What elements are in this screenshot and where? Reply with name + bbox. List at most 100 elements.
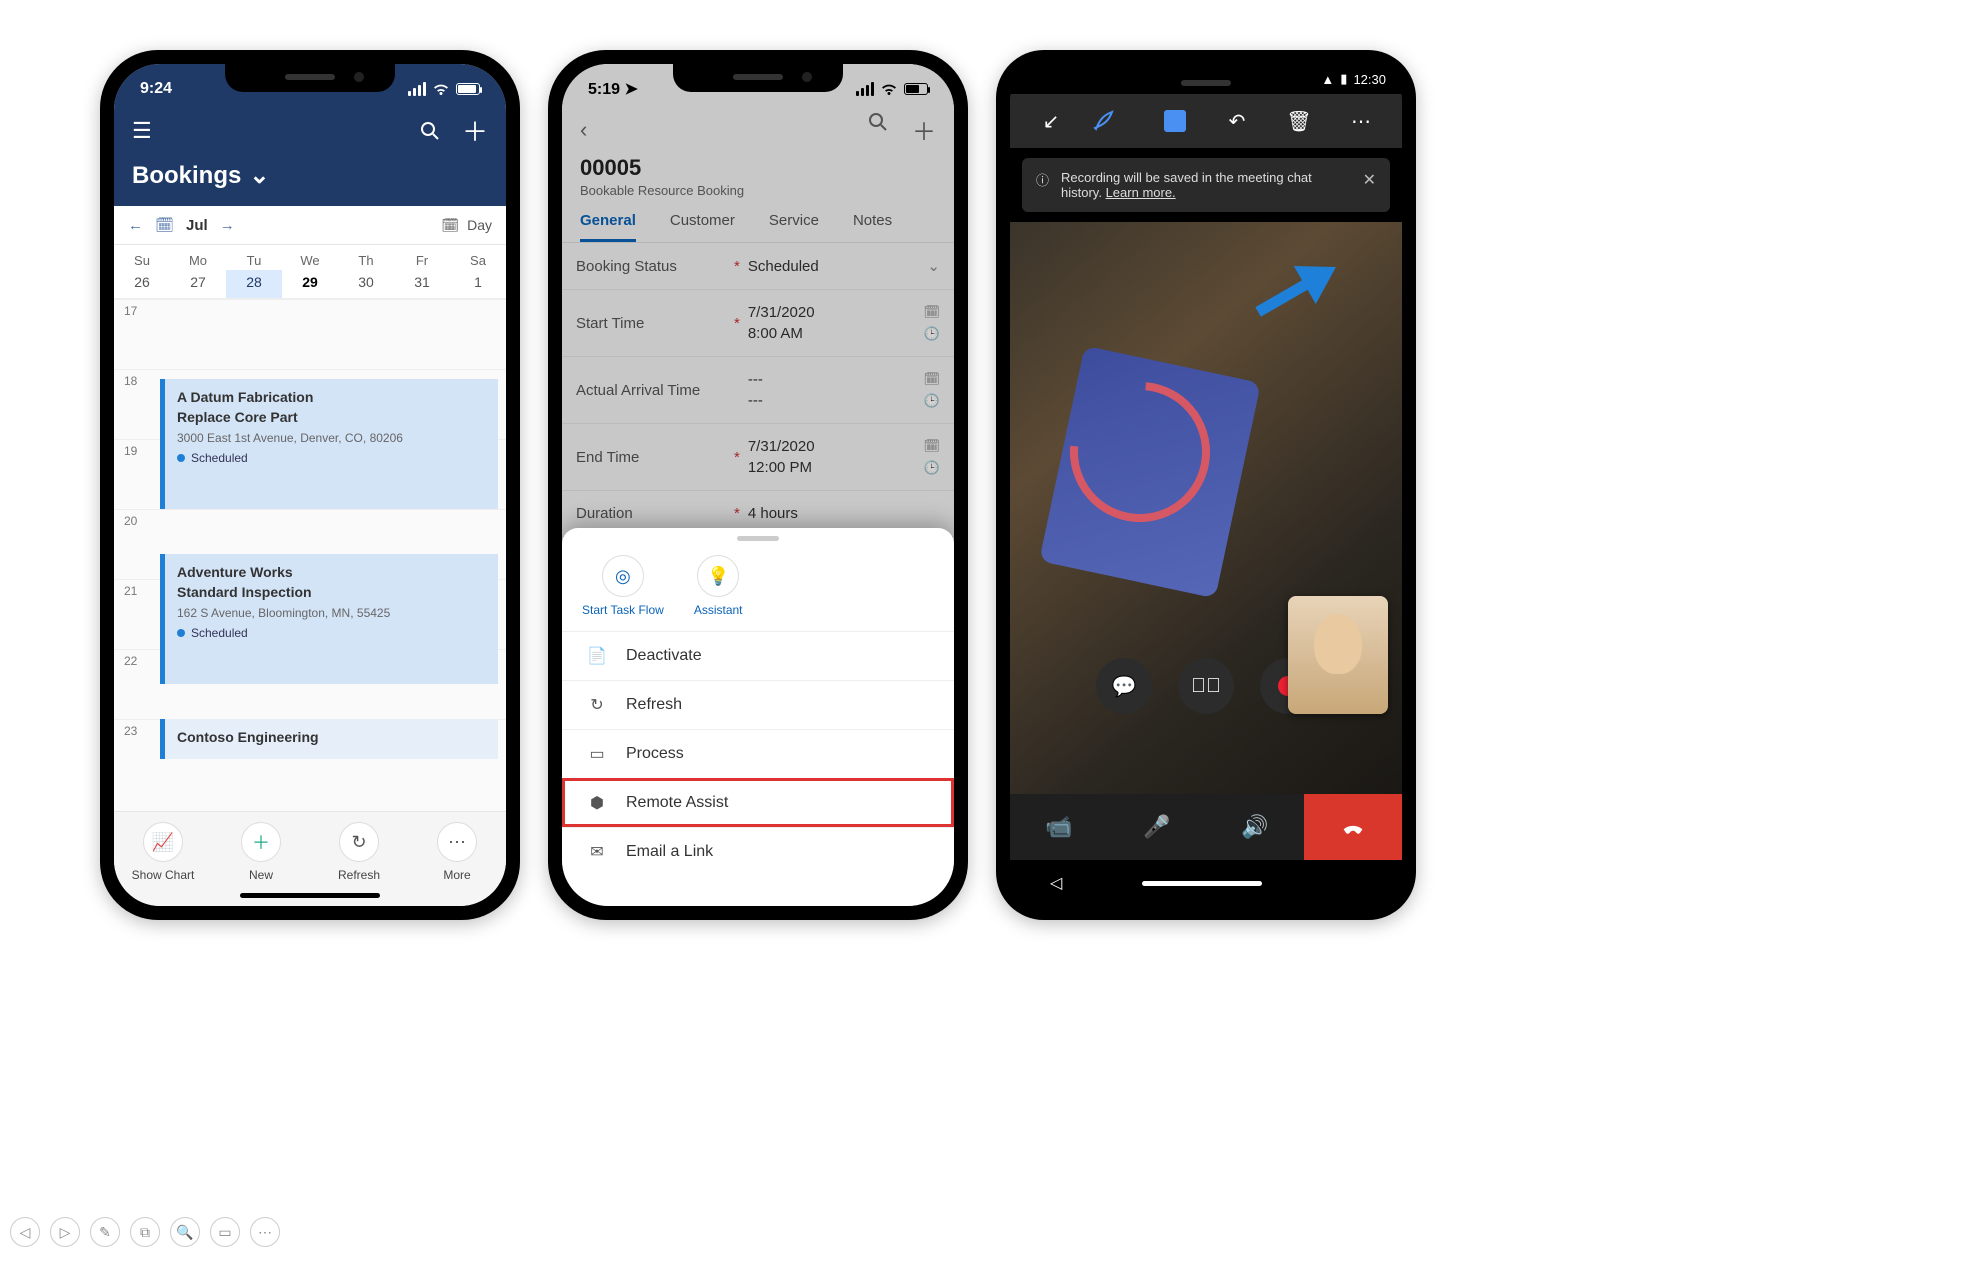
deactivate-button[interactable]: 📄 Deactivate	[562, 631, 954, 680]
tool-more[interactable]: ⋯	[250, 1217, 280, 1247]
learn-more-link[interactable]: Learn more.	[1106, 185, 1176, 200]
trash-icon[interactable]: 🗑	[1279, 109, 1319, 134]
page-title[interactable]: Bookings ⌄	[114, 157, 506, 196]
wifi-icon	[432, 83, 450, 96]
pen-icon[interactable]	[1093, 109, 1133, 133]
calendar-icon: 🗓	[923, 371, 940, 387]
calendar-view-icon: 🗓	[441, 217, 459, 234]
more-icon: ⋯	[437, 822, 477, 862]
today[interactable]: 29	[282, 270, 338, 298]
plus-icon: ＋	[241, 822, 281, 862]
refresh-button[interactable]: ↻ Refresh	[562, 680, 954, 729]
annotation-toolbar: ↙ ↶ 🗑 ⋯	[1010, 94, 1402, 148]
selected-day[interactable]: 28	[226, 270, 282, 298]
collapse-icon[interactable]: ↙	[1031, 109, 1071, 134]
deactivate-icon: 📄	[586, 646, 608, 666]
bookings-header: 9:24 ☰	[114, 64, 506, 206]
speaker-button[interactable]: 🔊	[1206, 794, 1304, 860]
menu-icon[interactable]: ☰	[132, 118, 152, 144]
status-bar: ▲ ▮ 12:30	[1010, 64, 1402, 94]
home-indicator[interactable]	[240, 893, 380, 898]
process-icon: ▭	[586, 744, 608, 764]
field-end-time[interactable]: End Time * 7/31/2020 12:00 PM 🗓🕒	[562, 424, 954, 491]
tool-prev[interactable]: ◁	[10, 1217, 40, 1247]
video-feed[interactable]: 💬 �⃞	[1010, 222, 1402, 794]
booking-event[interactable]: Adventure Works Standard Inspection 162 …	[160, 554, 498, 684]
chevron-down-icon: ⌄	[927, 257, 940, 275]
tab-service[interactable]: Service	[769, 212, 819, 242]
new-button[interactable]: ＋ New	[212, 822, 310, 882]
status-time: 5:19	[588, 81, 620, 98]
calendar-toolbar: ← 🗓 Jul → 🗓 Day	[114, 206, 506, 245]
page-toolstrip: ◁ ▷ ✎ ⧉ 🔍 ▭ ⋯	[10, 1217, 280, 1247]
tab-bar: General Customer Service Notes	[562, 200, 954, 243]
start-task-flow-button[interactable]: ◎ Start Task Flow	[582, 555, 664, 617]
tool-edit[interactable]: ✎	[90, 1217, 120, 1247]
chart-icon: 📈	[143, 822, 183, 862]
schedule-grid[interactable]: 17 18 19 20 21 22 23 A Datum Fabrication…	[114, 299, 506, 811]
calendar-icon[interactable]: 🗓	[155, 216, 174, 234]
battery-icon	[904, 83, 928, 95]
self-video-thumbnail[interactable]	[1288, 596, 1388, 714]
booking-event[interactable]: Contoso Engineering	[160, 719, 498, 759]
field-arrival-time[interactable]: Actual Arrival Time * --- --- 🗓🕒	[562, 357, 954, 424]
field-start-time[interactable]: Start Time * 7/31/2020 8:00 AM 🗓🕒	[562, 290, 954, 357]
process-button[interactable]: ▭ Process	[562, 729, 954, 778]
more-icon[interactable]: ⋯	[1341, 109, 1381, 134]
home-indicator[interactable]	[1142, 881, 1262, 886]
camera-toggle-button[interactable]: 📹	[1010, 794, 1108, 860]
tab-notes[interactable]: Notes	[853, 212, 892, 242]
phone-bookings: 9:24 ☰	[100, 50, 520, 920]
calendar-icon: 🗓	[923, 304, 940, 320]
end-call-button[interactable]	[1304, 794, 1402, 860]
bottom-toolbar: 📈 Show Chart ＋ New ↻ Refresh ⋯ More	[114, 811, 506, 906]
tab-general[interactable]: General	[580, 212, 636, 242]
prev-arrow-icon[interactable]: ←	[128, 217, 143, 234]
chat-button[interactable]: 💬	[1096, 658, 1152, 714]
undo-icon[interactable]: ↶	[1217, 109, 1257, 134]
view-mode-label[interactable]: Day	[467, 217, 492, 233]
battery-icon	[456, 83, 480, 95]
tool-screen[interactable]: ▭	[210, 1217, 240, 1247]
status-dot-icon	[177, 629, 185, 637]
show-chart-button[interactable]: 📈 Show Chart	[114, 822, 212, 882]
next-arrow-icon[interactable]: →	[220, 217, 235, 234]
back-icon[interactable]: ‹	[580, 117, 587, 143]
lightbulb-icon: 💡	[697, 555, 739, 597]
mic-toggle-button[interactable]: 🎤	[1108, 794, 1206, 860]
tab-customer[interactable]: Customer	[670, 212, 735, 242]
refresh-icon: ↻	[339, 822, 379, 862]
record-subtitle: Bookable Resource Booking	[580, 183, 936, 198]
tool-zoom[interactable]: 🔍	[170, 1217, 200, 1247]
status-time: 12:30	[1353, 72, 1386, 87]
wifi-icon	[880, 83, 898, 96]
drag-handle-icon[interactable]	[737, 536, 779, 541]
android-nav-bar: ◁	[1010, 860, 1402, 906]
clock-icon: 🕒	[923, 326, 940, 342]
clock-icon: 🕒	[923, 393, 940, 409]
search-icon[interactable]	[868, 112, 888, 147]
search-icon[interactable]	[420, 121, 440, 141]
weekday-numbers[interactable]: 26 27 28 29 30 31 1	[114, 270, 506, 299]
current-month: Jul	[186, 217, 208, 234]
capture-button[interactable]: �⃞	[1178, 658, 1234, 714]
signal-icon	[408, 82, 426, 96]
email-link-button[interactable]: ✉ Email a Link	[562, 827, 954, 876]
color-swatch-icon[interactable]	[1155, 110, 1195, 132]
add-icon[interactable]: ＋	[462, 112, 488, 149]
tool-next[interactable]: ▷	[50, 1217, 80, 1247]
close-icon[interactable]: ✕	[1363, 170, 1376, 190]
remote-assist-button[interactable]: ⬢ Remote Assist	[562, 778, 954, 827]
add-icon[interactable]: ＋	[912, 112, 936, 147]
record-header: 00005 Bookable Resource Booking	[562, 155, 954, 200]
status-bar: 9:24	[114, 64, 506, 108]
weekday-header: Su Mo Tu We Th Fr Sa	[114, 245, 506, 270]
booking-event[interactable]: A Datum Fabrication Replace Core Part 30…	[160, 379, 498, 509]
refresh-button[interactable]: ↻ Refresh	[310, 822, 408, 882]
tool-copy[interactable]: ⧉	[130, 1217, 160, 1247]
more-button[interactable]: ⋯ More	[408, 822, 506, 882]
field-booking-status[interactable]: Booking Status * Scheduled ⌄	[562, 243, 954, 290]
assistant-button[interactable]: 💡 Assistant	[694, 555, 743, 617]
calendar-icon: 🗓	[923, 438, 940, 454]
back-icon[interactable]: ◁	[1050, 873, 1062, 893]
